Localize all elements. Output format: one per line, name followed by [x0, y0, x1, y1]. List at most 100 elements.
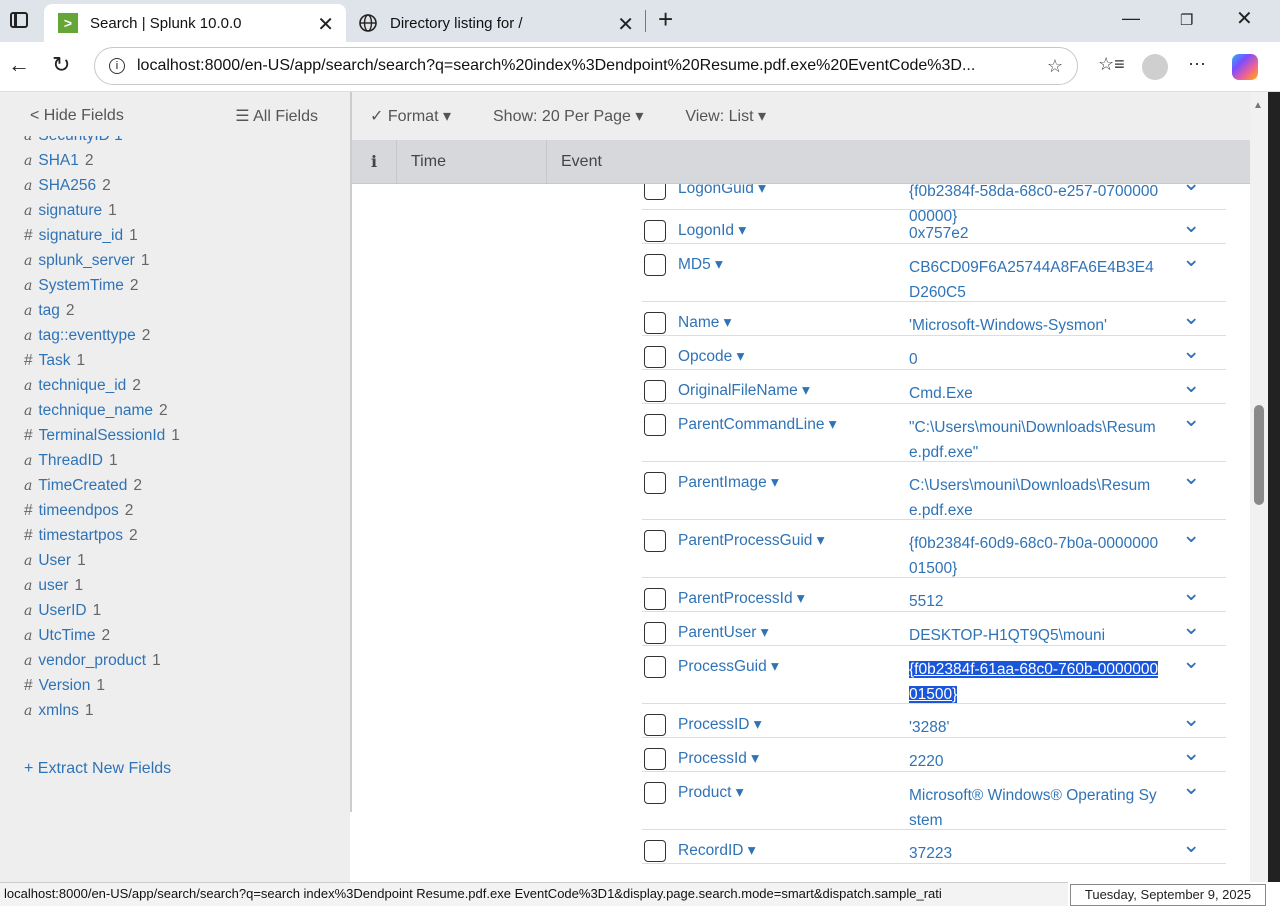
time-column-header[interactable]: Time [396, 139, 546, 184]
event-field-value[interactable]: C:\Users\mouni\Downloads\Resume.pdf.exe [909, 473, 1159, 523]
per-page-menu[interactable]: Show: 20 Per Page ▾ [493, 106, 643, 126]
chevron-down-icon[interactable]: ⌄ [1182, 372, 1200, 398]
field-item[interactable]: a signature 1 [24, 198, 180, 223]
chevron-down-icon[interactable]: ⌄ [1182, 614, 1200, 640]
chevron-down-icon[interactable]: ⌄ [1182, 246, 1200, 272]
field-item[interactable]: a User 1 [24, 548, 180, 573]
field-item[interactable]: a tag::eventtype 2 [24, 323, 180, 348]
event-field-value[interactable]: 37223 [909, 841, 1159, 866]
close-window-icon[interactable]: ✕ [1236, 6, 1253, 31]
event-field-value[interactable]: 0x757e2 [909, 221, 1159, 246]
field-item[interactable]: a technique_name 2 [24, 398, 180, 423]
field-checkbox[interactable] [644, 184, 666, 200]
event-field-value[interactable]: 5512 [909, 589, 1159, 614]
field-checkbox[interactable] [644, 714, 666, 736]
chevron-down-icon[interactable]: ⌄ [1182, 832, 1200, 858]
field-checkbox[interactable] [644, 380, 666, 402]
event-field-name[interactable]: LogonId ▾ [678, 221, 746, 240]
info-icon[interactable]: i [109, 58, 125, 74]
event-field-name[interactable]: Product ▾ [678, 783, 744, 802]
close-tab-icon[interactable]: ✕ [617, 12, 634, 37]
field-checkbox[interactable] [644, 588, 666, 610]
event-field-name[interactable]: ParentProcessId ▾ [678, 589, 805, 608]
event-field-value[interactable]: {f0b2384f-61aa-68c0-760b-000000001500} [909, 657, 1159, 707]
format-menu[interactable]: ✓ Format ▾ [370, 106, 451, 126]
favorite-star-icon[interactable]: ☆ [1047, 56, 1063, 77]
event-field-name[interactable]: ProcessID ▾ [678, 715, 762, 734]
field-checkbox[interactable] [644, 656, 666, 678]
chevron-down-icon[interactable]: ⌄ [1182, 304, 1200, 330]
field-checkbox[interactable] [644, 472, 666, 494]
profile-avatar[interactable] [1142, 54, 1168, 80]
tab-directory-listing[interactable]: Directory listing for / ✕ [350, 4, 650, 42]
field-item[interactable]: a vendor_product 1 [24, 648, 180, 673]
event-field-name[interactable]: ParentProcessGuid ▾ [678, 531, 825, 550]
event-field-value[interactable]: 2220 [909, 749, 1159, 774]
field-item[interactable]: a UserID 1 [24, 598, 180, 623]
restore-icon[interactable]: ❐ [1180, 11, 1193, 29]
event-field-name[interactable]: Name ▾ [678, 313, 731, 332]
event-field-name[interactable]: ParentUser ▾ [678, 623, 768, 642]
event-field-value[interactable]: CB6CD09F6A25744A8FA6E4B3E4D260C5 [909, 255, 1159, 305]
close-tab-icon[interactable]: ✕ [317, 12, 334, 37]
field-checkbox[interactable] [644, 346, 666, 368]
chevron-down-icon[interactable]: ⌄ [1182, 184, 1200, 196]
event-field-value[interactable]: '3288' [909, 715, 1159, 740]
field-checkbox[interactable] [644, 748, 666, 770]
back-icon[interactable]: ← [8, 52, 30, 78]
field-item[interactable]: # TerminalSessionId 1 [24, 423, 180, 448]
scrollbar-thumb[interactable] [1254, 405, 1264, 505]
field-checkbox[interactable] [644, 840, 666, 862]
event-field-name[interactable]: ProcessGuid ▾ [678, 657, 779, 676]
field-checkbox[interactable] [644, 530, 666, 552]
event-field-name[interactable]: OriginalFileName ▾ [678, 381, 810, 400]
field-checkbox[interactable] [644, 254, 666, 276]
field-item[interactable]: a SHA1 2 [24, 148, 180, 173]
chevron-down-icon[interactable]: ⌄ [1182, 774, 1200, 800]
field-item[interactable]: a user 1 [24, 573, 180, 598]
more-menu-icon[interactable]: ⋯ [1188, 54, 1206, 75]
field-item[interactable]: # signature_id 1 [24, 223, 180, 248]
event-field-value[interactable]: "C:\Users\mouni\Downloads\Resume.pdf.exe… [909, 415, 1159, 465]
event-field-name[interactable]: RecordID ▾ [678, 841, 756, 860]
field-item[interactable]: a technique_id 2 [24, 373, 180, 398]
field-checkbox[interactable] [644, 312, 666, 334]
chevron-down-icon[interactable]: ⌄ [1182, 740, 1200, 766]
copilot-icon[interactable] [1232, 54, 1258, 80]
event-field-value[interactable]: DESKTOP-H1QT9Q5\mouni [909, 623, 1159, 648]
field-item-partial[interactable]: aSecurityID 1 [24, 136, 180, 148]
hide-fields-button[interactable]: < Hide Fields [30, 107, 124, 125]
field-item[interactable]: a SHA256 2 [24, 173, 180, 198]
event-field-value[interactable]: Microsoft® Windows® Operating System [909, 783, 1159, 833]
chevron-down-icon[interactable]: ⌄ [1182, 212, 1200, 238]
all-fields-button[interactable]: ☰ All Fields [235, 106, 318, 126]
event-field-name[interactable]: ParentImage ▾ [678, 473, 779, 492]
event-field-value[interactable]: 0 [909, 347, 1159, 372]
field-item[interactable]: # timeendpos 2 [24, 498, 180, 523]
extract-new-fields-link[interactable]: + Extract New Fields [24, 760, 171, 778]
event-field-name[interactable]: LogonGuid ▾ [678, 184, 766, 198]
field-checkbox[interactable] [644, 220, 666, 242]
field-item[interactable]: a ThreadID 1 [24, 448, 180, 473]
event-field-value[interactable]: 'Microsoft-Windows-Sysmon' [909, 313, 1159, 338]
field-item[interactable]: a TimeCreated 2 [24, 473, 180, 498]
chevron-down-icon[interactable]: ⌄ [1182, 706, 1200, 732]
new-tab-icon[interactable]: + [658, 4, 673, 35]
field-item[interactable]: a xmlns 1 [24, 698, 180, 723]
chevron-down-icon[interactable]: ⌄ [1182, 464, 1200, 490]
event-field-name[interactable]: MD5 ▾ [678, 255, 723, 274]
chevron-down-icon[interactable]: ⌄ [1182, 580, 1200, 606]
event-field-name[interactable]: ParentCommandLine ▾ [678, 415, 837, 434]
event-field-value[interactable]: Cmd.Exe [909, 381, 1159, 406]
chevron-down-icon[interactable]: ⌄ [1182, 406, 1200, 432]
refresh-icon[interactable]: ↻ [52, 52, 70, 78]
event-field-name[interactable]: ProcessId ▾ [678, 749, 759, 768]
field-item[interactable]: a tag 2 [24, 298, 180, 323]
chevron-down-icon[interactable]: ⌄ [1182, 648, 1200, 674]
favorites-icon[interactable]: ☆≡ [1098, 54, 1125, 75]
url-field[interactable]: i localhost:8000/en-US/app/search/search… [94, 47, 1078, 85]
field-checkbox[interactable] [644, 622, 666, 644]
event-field-value[interactable]: {f0b2384f-60d9-68c0-7b0a-000000001500} [909, 531, 1159, 581]
field-item[interactable]: a SystemTime 2 [24, 273, 180, 298]
field-checkbox[interactable] [644, 414, 666, 436]
